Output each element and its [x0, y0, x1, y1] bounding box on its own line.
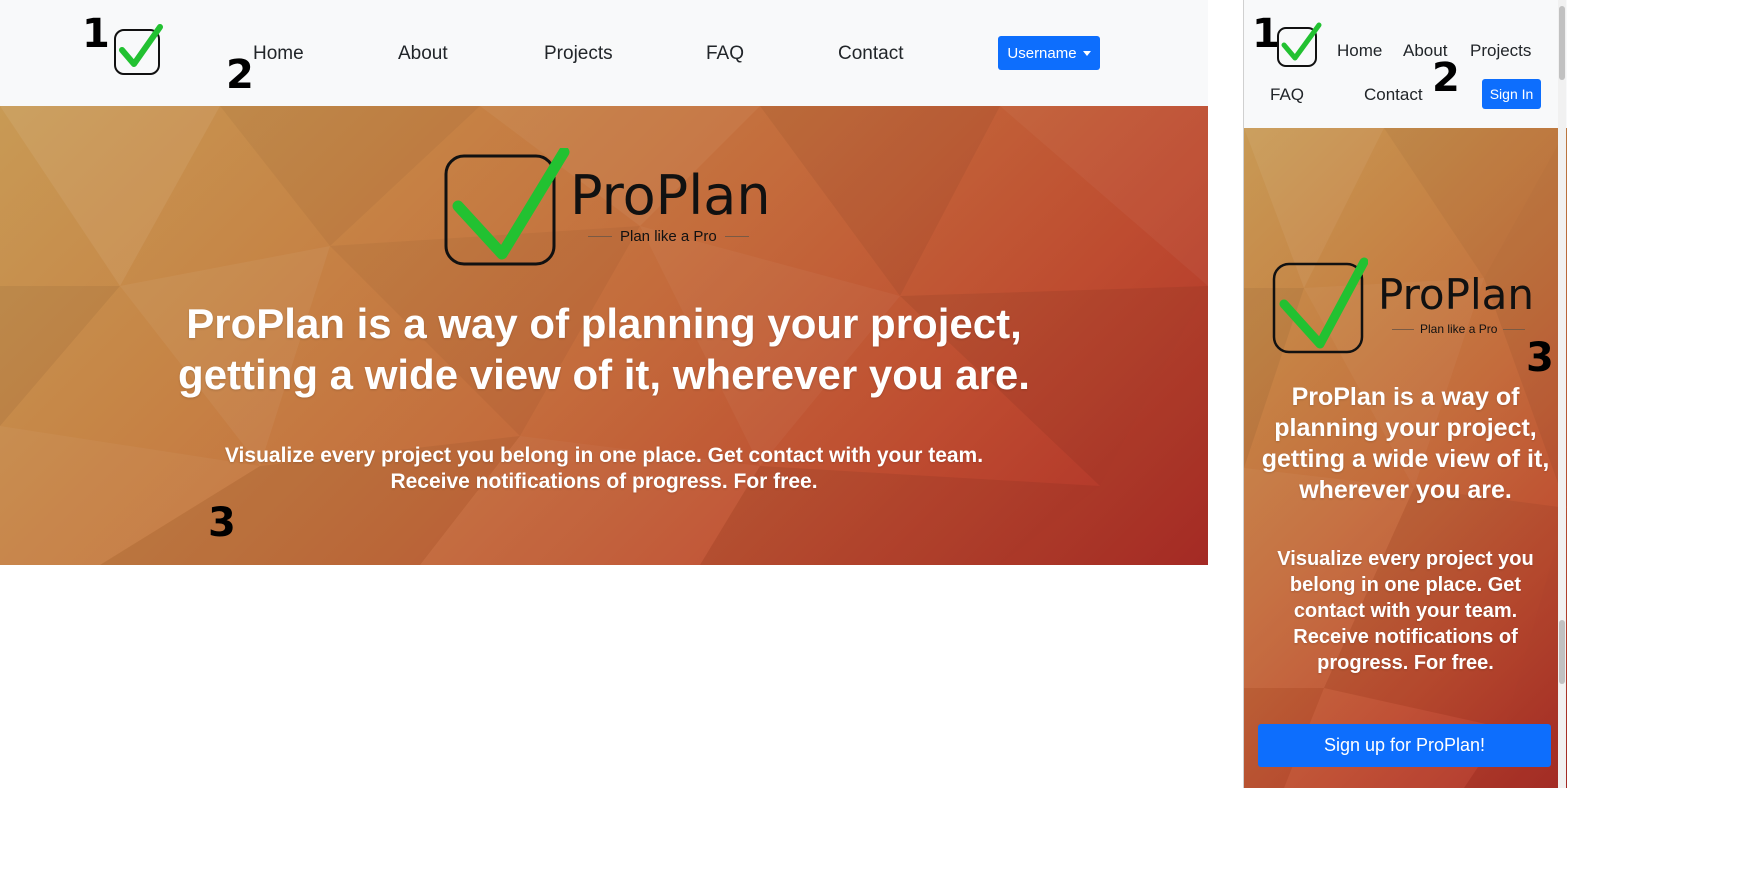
nav-about[interactable]: About [398, 43, 448, 65]
mobile-hero: ProPlan Plan like a Pro ProPlan is a way… [1244, 128, 1567, 788]
desktop-navbar: Home About Projects FAQ Contact Username [0, 0, 1208, 106]
mobile-annotation-marker-3: 3 [1526, 335, 1554, 381]
hero-subtext-line1: Visualize every project you belong in on… [224, 444, 984, 467]
mobile-logo[interactable] [1276, 22, 1322, 68]
hero-tagline-text: Plan like a Pro [620, 228, 717, 245]
nav-contact[interactable]: Contact [838, 43, 903, 65]
desktop-hero: ProPlan Plan like a Pro ProPlan is a way… [0, 106, 1208, 565]
mobile-nav-projects[interactable]: Projects [1470, 41, 1531, 61]
hero-logo [444, 148, 570, 268]
mobile-scrollbar-thumb-top[interactable] [1559, 6, 1565, 80]
mobile-view: Home About Projects FAQ Contact Sign In [1243, 0, 1567, 788]
checkbox-check-icon [1272, 257, 1368, 354]
user-dropdown-label: Username [1007, 44, 1077, 62]
hero-headline-line2: getting a wide view of it, wherever you … [178, 351, 1030, 398]
mobile-hero-headline: ProPlan is a way of planning your projec… [1261, 383, 1550, 504]
user-dropdown-button[interactable]: Username [998, 36, 1100, 70]
nav-faq[interactable]: FAQ [706, 43, 744, 65]
mobile-annotation-marker-2: 2 [1432, 55, 1460, 101]
sign-up-cta-button[interactable]: Sign up for ProPlan! [1258, 724, 1551, 767]
mobile-tagline-text: Plan like a Pro [1420, 322, 1498, 336]
mobile-annotation-marker-1: 1 [1252, 11, 1280, 57]
desktop-view: Home About Projects FAQ Contact Username [0, 0, 1208, 565]
caret-down-icon [1082, 50, 1091, 56]
sign-in-label: Sign In [1489, 86, 1534, 102]
mobile-scrollbar-thumb-bottom[interactable] [1559, 620, 1565, 684]
mobile-brand-tagline: Plan like a Pro [1392, 322, 1526, 336]
mobile-nav-faq[interactable]: FAQ [1270, 85, 1304, 105]
mobile-brand-name: ProPlan [1378, 270, 1534, 319]
hero-headline: ProPlan is a way of planning your projec… [100, 298, 1108, 400]
sign-up-cta-label: Sign up for ProPlan! [1323, 735, 1486, 755]
annotation-marker-3: 3 [208, 500, 236, 546]
mobile-nav-home[interactable]: Home [1337, 41, 1382, 61]
hero-brand-name: ProPlan [570, 164, 771, 227]
hero-brand-tagline: Plan like a Pro [588, 228, 749, 245]
nav-projects[interactable]: Projects [544, 43, 613, 65]
mobile-hero-logo [1272, 256, 1368, 356]
hero-subtext-line2: Receive notifications of progress. For f… [390, 470, 818, 493]
checkbox-check-icon [114, 24, 163, 75]
sign-in-button[interactable]: Sign In [1482, 79, 1541, 109]
hero-headline-line1: ProPlan is a way of planning your projec… [186, 300, 1022, 347]
annotation-marker-2: 2 [226, 52, 254, 98]
desktop-logo[interactable] [112, 24, 164, 76]
hero-subtext: Visualize every project you belong in on… [100, 443, 1108, 495]
mobile-nav-contact[interactable]: Contact [1364, 85, 1423, 105]
annotation-marker-1: 1 [82, 11, 110, 57]
mobile-scrollbar[interactable] [1558, 0, 1566, 788]
nav-home[interactable]: Home [253, 43, 304, 65]
checkbox-check-icon [1277, 22, 1322, 67]
mobile-hero-subtext: Visualize every project you belong in on… [1277, 548, 1534, 674]
mobile-navbar: Home About Projects FAQ Contact Sign In [1244, 0, 1567, 128]
checkbox-check-icon [444, 148, 570, 266]
